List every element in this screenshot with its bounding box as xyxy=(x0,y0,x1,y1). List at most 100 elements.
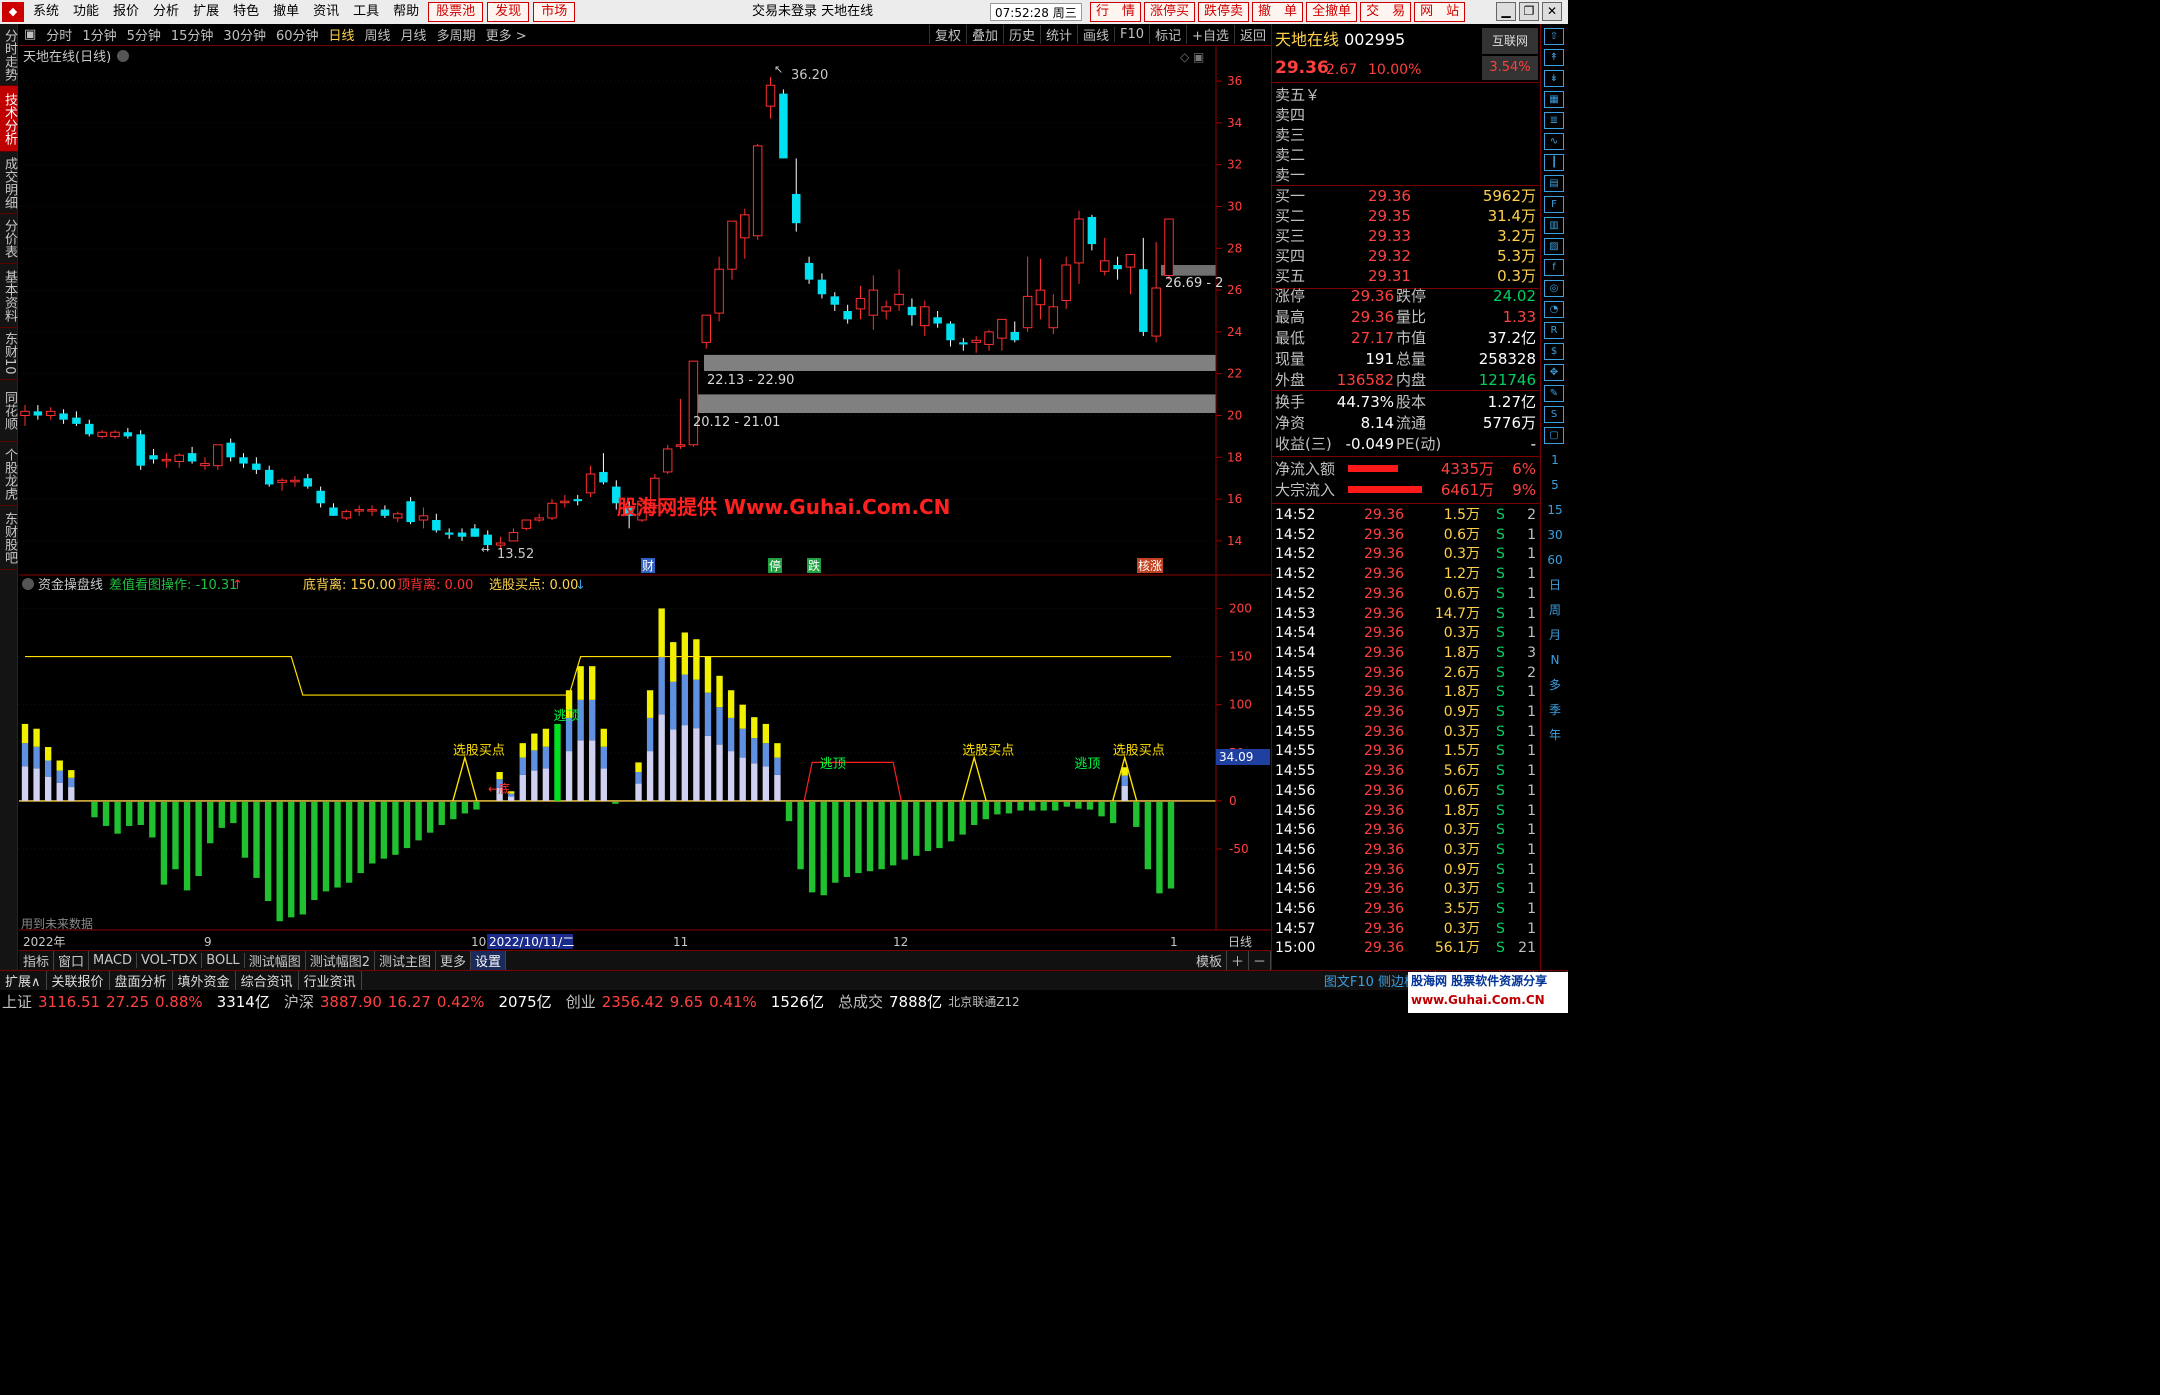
tool-adjust[interactable]: 复权 xyxy=(928,25,966,44)
period-year[interactable]: 年 xyxy=(1541,723,1569,748)
event-tag-hezhang[interactable]: 核涨 xyxy=(1137,558,1163,573)
period-daily[interactable]: 日线 xyxy=(324,25,360,44)
cancel-all-button[interactable]: 全撤单 xyxy=(1306,2,1358,22)
tab-basic-info[interactable]: 基本资料 xyxy=(0,264,18,328)
index-hs-name[interactable]: 沪深 xyxy=(284,991,314,1012)
template-button[interactable]: 模板 xyxy=(1192,951,1227,970)
up-arrow-icon[interactable]: ⇧ xyxy=(1544,28,1564,45)
ext-news[interactable]: 综合资讯 xyxy=(236,971,299,990)
tool-overlay[interactable]: 叠加 xyxy=(965,25,1003,44)
period-15[interactable]: 15 xyxy=(1541,498,1569,523)
s-icon[interactable]: S xyxy=(1544,406,1564,423)
tool-draw[interactable]: 画线 xyxy=(1077,25,1114,44)
period-n[interactable]: N xyxy=(1541,648,1569,673)
tool-add-watch[interactable]: +自选 xyxy=(1186,25,1234,44)
ext-expand[interactable]: 扩展∧ xyxy=(0,971,47,990)
tab-vol-tdx[interactable]: VOL-TDX xyxy=(137,953,203,968)
period-day[interactable]: 日 xyxy=(1541,573,1569,598)
box-icon[interactable]: ▢ xyxy=(1544,427,1564,444)
tab-settings[interactable]: 设置 xyxy=(471,951,507,970)
table-icon[interactable]: ▤ xyxy=(1544,175,1564,192)
period-60[interactable]: 60 xyxy=(1541,548,1569,573)
page-down-icon[interactable]: ↡ xyxy=(1544,70,1564,87)
limit-up-buy-button[interactable]: 涨停买 xyxy=(1144,2,1196,22)
tab-test-sub[interactable]: 测试幅图 xyxy=(245,951,306,970)
period-month[interactable]: 月 xyxy=(1541,623,1569,648)
menu-item[interactable]: 资讯 xyxy=(306,0,346,24)
period-30[interactable]: 30 xyxy=(1541,523,1569,548)
period-5min[interactable]: 5分钟 xyxy=(122,25,166,44)
target-icon[interactable]: ◎ xyxy=(1544,280,1564,297)
period-30min[interactable]: 30分钟 xyxy=(218,25,271,44)
stock-pool-button[interactable]: 股票池 xyxy=(428,2,484,22)
list-icon[interactable]: ≣ xyxy=(1544,112,1564,129)
tool-f10[interactable]: F10 xyxy=(1114,27,1149,42)
menu-item[interactable]: 撤单 xyxy=(266,0,306,24)
period-intraday[interactable]: 分时 xyxy=(41,25,77,44)
minimize-icon[interactable]: ▁ xyxy=(1496,2,1516,21)
chart-icon[interactable]: ▨ xyxy=(1544,238,1564,255)
money-icon[interactable]: $ xyxy=(1544,343,1564,360)
pane-toggle-icon[interactable]: ◇ ▣ xyxy=(1180,50,1204,64)
discover-button[interactable]: 发现 xyxy=(487,2,530,22)
restore-icon[interactable]: ❐ xyxy=(1519,2,1539,21)
tab-forum[interactable]: 东财股吧 xyxy=(0,506,18,570)
tab-boll[interactable]: BOLL xyxy=(202,953,245,968)
grid-icon[interactable]: ▦ xyxy=(1544,91,1564,108)
menu-item[interactable]: 报价 xyxy=(106,0,146,24)
period-monthly[interactable]: 月线 xyxy=(396,25,432,44)
tab-dragon-tiger[interactable]: 个股龙虎 xyxy=(0,442,18,506)
charts-area[interactable]: 141618202224262830323436 200150100500-50… xyxy=(19,46,1271,950)
tab-ths10[interactable]: 同花顺10 xyxy=(0,380,18,442)
industry-name[interactable]: 互联网 xyxy=(1482,28,1538,54)
tab-test-sub2[interactable]: 测试幅图2 xyxy=(306,951,375,970)
tab-intraday[interactable]: 分时走势 xyxy=(0,24,18,86)
tab-macd[interactable]: MACD xyxy=(89,953,137,968)
ext-industry-news[interactable]: 行业资讯 xyxy=(299,971,362,990)
add-pane-icon[interactable]: ＋ xyxy=(1227,951,1249,970)
menu-item[interactable]: 分析 xyxy=(146,0,186,24)
menu-item[interactable]: 帮助 xyxy=(386,0,426,24)
event-tag-die[interactable]: 跌 xyxy=(807,558,821,573)
tab-window[interactable]: 窗口 xyxy=(54,951,90,970)
f2-icon[interactable]: f xyxy=(1544,259,1564,276)
kline-icon[interactable]: ┃ xyxy=(1544,154,1564,171)
ext-foreign-funds[interactable]: 填外资金 xyxy=(173,971,236,990)
indicator-options-icon[interactable] xyxy=(22,578,34,590)
chart-options-icon[interactable] xyxy=(117,50,129,62)
period-menu-icon[interactable]: ▣ xyxy=(19,27,41,42)
pencil-icon[interactable]: ✎ xyxy=(1544,385,1564,402)
period-more[interactable]: 更多 > xyxy=(481,25,532,44)
pie-icon[interactable]: ◔ xyxy=(1544,301,1564,318)
tab-test-main[interactable]: 测试主图 xyxy=(375,951,436,970)
period-15min[interactable]: 15分钟 xyxy=(166,25,219,44)
tab-indicator[interactable]: 指标 xyxy=(19,951,55,970)
period-weekly[interactable]: 周线 xyxy=(360,25,396,44)
tool-history[interactable]: 历史 xyxy=(1002,25,1040,44)
cancel-order-button[interactable]: 撤 单 xyxy=(1252,2,1304,22)
period-5[interactable]: 5 xyxy=(1541,473,1569,498)
index-sh-name[interactable]: 上证 xyxy=(2,991,32,1012)
limit-down-sell-button[interactable]: 跌停卖 xyxy=(1198,2,1250,22)
tool-back[interactable]: 返回 xyxy=(1233,25,1271,44)
doc-icon[interactable]: ▥ xyxy=(1544,217,1564,234)
trade-button[interactable]: 交 易 xyxy=(1360,2,1412,22)
move-icon[interactable]: ✥ xyxy=(1544,364,1564,381)
event-tag-cai[interactable]: 财 xyxy=(641,558,655,573)
ext-market-analysis[interactable]: 盘面分析 xyxy=(110,971,173,990)
tool-mark[interactable]: 标记 xyxy=(1149,25,1186,44)
rsi-icon[interactable]: R xyxy=(1544,322,1564,339)
ext-related-quotes[interactable]: 关联报价 xyxy=(47,971,110,990)
period-1min[interactable]: 1分钟 xyxy=(77,25,121,44)
menu-item[interactable]: 系统 xyxy=(26,0,66,24)
tab-price-table[interactable]: 分价表 xyxy=(0,214,18,264)
menu-item[interactable]: 特色 xyxy=(226,0,266,24)
close-icon[interactable]: ✕ xyxy=(1542,2,1562,21)
period-week[interactable]: 周 xyxy=(1541,598,1569,623)
event-tag-ting[interactable]: 停 xyxy=(768,558,782,573)
menu-item[interactable]: 工具 xyxy=(346,0,386,24)
website-button[interactable]: 网 站 xyxy=(1414,2,1466,22)
period-season[interactable]: 季 xyxy=(1541,698,1569,723)
trend-icon[interactable]: ∿ xyxy=(1544,133,1564,150)
remove-pane-icon[interactable]: － xyxy=(1249,951,1271,970)
